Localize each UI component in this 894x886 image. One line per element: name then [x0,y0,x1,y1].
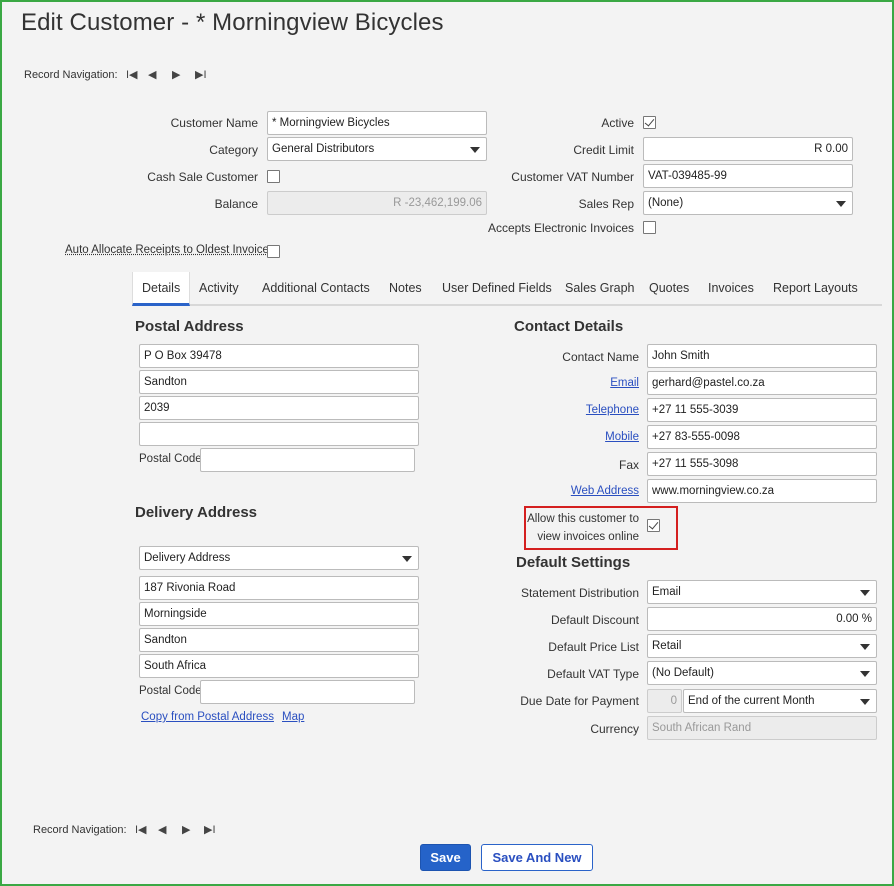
currency-field: South African Rand [647,716,877,740]
balance-field: R -23,462,199.06 [267,191,487,215]
record-nav-label: Record Navigation: [24,69,118,81]
default-price-list-select[interactable]: Retail [647,634,877,658]
map-link[interactable]: Map [282,711,304,723]
statement-distribution-label: Statement Distribution [520,586,639,600]
nav-last-icon[interactable]: ▶I [195,68,207,81]
telephone-link[interactable]: Telephone [586,404,639,416]
vat-number-label: Customer VAT Number [511,170,634,184]
tab-activity[interactable]: Activity [190,272,248,306]
cash-sale-label: Cash Sale Customer [147,170,258,184]
due-days-input[interactable]: 0 [647,689,682,713]
mobile-input[interactable]: +27 83-555-0098 [647,425,877,449]
email-input[interactable]: gerhard@pastel.co.za [647,371,877,395]
category-select[interactable]: General Distributors [267,137,487,161]
delivery-line-2-input[interactable]: Morningside [139,602,419,626]
page-title: Edit Customer - * Morningview Bicycles [21,9,444,36]
nav-bottom-first-icon[interactable]: I◀ [135,823,147,836]
tab-quotes[interactable]: Quotes [640,272,698,306]
copy-from-postal-link[interactable]: Copy from Postal Address [141,711,274,723]
nav-bottom-next-icon[interactable]: ▶ [182,823,190,836]
nav-bottom-last-icon[interactable]: ▶I [204,823,216,836]
nav-prev-icon[interactable]: ◀ [148,68,156,81]
active-label: Active [601,116,634,130]
contact-details-heading: Contact Details [514,318,624,335]
tab-bar: Details Activity Additional Contacts Not… [132,272,882,306]
default-vat-type-select[interactable]: (No Default) [647,661,877,685]
contact-name-label: Contact Name [562,350,639,364]
balance-label: Balance [214,197,258,211]
sales-rep-select[interactable]: (None) [643,191,853,215]
postal-line-2-input[interactable]: Sandton [139,370,419,394]
category-label: Category [209,143,258,157]
tab-additional-contacts[interactable]: Additional Contacts [253,272,379,306]
tab-report-layouts[interactable]: Report Layouts [764,272,867,306]
customer-name-input[interactable]: * Morningview Bicycles [267,111,487,135]
allow-online-label-line-2: view invoices online [537,531,639,543]
record-nav-bottom-label: Record Navigation: [33,824,127,836]
credit-limit-input[interactable]: R 0.00 [643,137,853,161]
postal-code-input[interactable] [200,448,415,472]
statement-distribution-select[interactable]: Email [647,580,877,604]
vat-number-input[interactable]: VAT-039485-99 [643,164,853,188]
tab-invoices[interactable]: Invoices [699,272,763,306]
tab-user-defined-fields[interactable]: User Defined Fields [433,272,561,306]
allow-online-label-line-1: Allow this customer to [527,513,639,525]
web-address-link[interactable]: Web Address [571,485,639,497]
postal-code-label: Postal Code [139,453,202,465]
credit-limit-label: Credit Limit [573,143,634,157]
web-address-input[interactable]: www.morningview.co.za [647,479,877,503]
nav-first-icon[interactable]: I◀ [126,68,138,81]
fax-label: Fax [618,458,639,472]
due-date-label: Due Date for Payment [520,694,639,708]
allow-online-checkbox[interactable] [647,519,660,532]
delivery-postal-code-label: Postal Code [139,685,202,697]
fax-input[interactable]: +27 11 555-3098 [647,452,877,476]
default-discount-label: Default Discount [550,613,639,627]
delivery-line-4-input[interactable]: South Africa [139,654,419,678]
auto-allocate-checkbox[interactable] [267,245,280,258]
postal-line-1-input[interactable]: P O Box 39478 [139,344,419,368]
delivery-address-heading: Delivery Address [135,504,258,521]
tab-notes[interactable]: Notes [380,272,431,306]
electronic-invoices-label: Accepts Electronic Invoices [487,221,634,235]
postal-address-heading: Postal Address [135,318,244,335]
default-discount-input[interactable]: 0.00 % [647,607,877,631]
tab-details[interactable]: Details [132,272,191,306]
customer-name-label: Customer Name [170,116,258,130]
default-vat-type-label: Default VAT Type [547,667,639,681]
contact-name-input[interactable]: John Smith [647,344,877,368]
delivery-address-select[interactable]: Delivery Address [139,546,419,570]
nav-bottom-prev-icon[interactable]: ◀ [158,823,166,836]
default-settings-heading: Default Settings [516,554,631,571]
sales-rep-label: Sales Rep [578,197,634,211]
telephone-input[interactable]: +27 11 555-3039 [647,398,877,422]
tab-sales-graph[interactable]: Sales Graph [556,272,643,306]
save-button[interactable]: Save [420,844,471,871]
save-and-new-button[interactable]: Save And New [481,844,593,871]
default-price-list-label: Default Price List [548,640,639,654]
active-checkbox[interactable] [643,116,656,129]
delivery-postal-code-input[interactable] [200,680,415,704]
email-link[interactable]: Email [610,377,639,389]
currency-label: Currency [590,722,639,736]
delivery-line-3-input[interactable]: Sandton [139,628,419,652]
mobile-link[interactable]: Mobile [605,431,639,443]
allow-online-label: Allow this customer to view invoices onl… [527,510,639,546]
cash-sale-checkbox[interactable] [267,170,280,183]
delivery-line-1-input[interactable]: 187 Rivonia Road [139,576,419,600]
auto-allocate-label: Auto Allocate Receipts to Oldest Invoice [65,244,269,256]
electronic-invoices-checkbox[interactable] [643,221,656,234]
due-date-select[interactable]: End of the current Month [683,689,877,713]
nav-next-icon[interactable]: ▶ [172,68,180,81]
postal-line-3-input[interactable]: 2039 [139,396,419,420]
postal-line-4-input[interactable] [139,422,419,446]
